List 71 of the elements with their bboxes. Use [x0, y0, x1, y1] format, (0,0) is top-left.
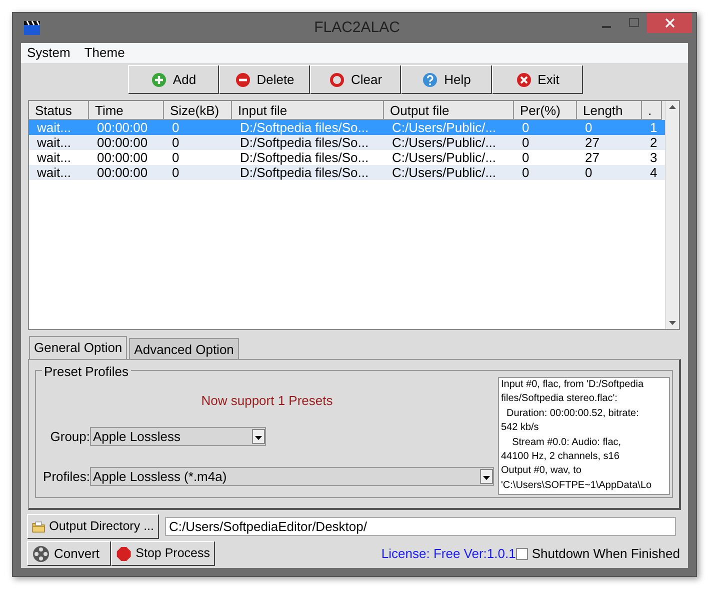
menu-item[interactable]: Theme — [84, 43, 125, 63]
table-cell-text: 0 — [171, 150, 180, 165]
table-cell-text: 2 — [649, 135, 658, 150]
profiles-label: Profiles: — [42, 468, 90, 486]
table-cell-text: C:/Users/Public/... — [391, 120, 498, 135]
tab[interactable]: General Option — [29, 336, 128, 359]
table-cell-text: 00:00:00 — [96, 165, 149, 180]
table-cell-text: C:/Users/Public/... — [391, 135, 498, 150]
folder-icon — [32, 518, 46, 534]
table-cell-text: 1 — [649, 120, 658, 135]
table-cell-text: 00:00:00 — [96, 120, 149, 135]
table-cell-text: 0 — [521, 165, 530, 180]
table-cell-text: 27 — [584, 150, 600, 165]
scrollbar[interactable] — [665, 101, 679, 329]
table-cell-text: 0 — [521, 150, 530, 165]
table-cell-text: 0 — [171, 135, 180, 150]
table-cell-text: 3 — [649, 150, 658, 165]
close-icon — [664, 18, 674, 28]
stop-process-button[interactable]: Stop Process — [111, 541, 215, 566]
table-row[interactable]: wait... 00:00:00 0 D:/Softpedia files/So... C:/Users/Public/... 0 27 2 — [29, 135, 665, 150]
table-cell-text: 0 — [171, 165, 180, 180]
table-cell-text: 27 — [584, 135, 600, 150]
help-icon — [422, 72, 438, 88]
table-cell-text: 0 — [584, 165, 594, 180]
minimize-icon — [602, 26, 611, 28]
output-directory-button[interactable]: Output Directory ... — [27, 514, 159, 539]
log-text: Input #0, flac, from 'D:/Softpedia files/Softpedia stereo.flac': Duration: 00:00:00.52, bitrate: 542 kb/s Stream #0.0: Audio: flac, 44100 Hz, 2 channels, s16 Output #0, wav, to 'C:\Users\SOFTPE~1\AppData\Lo — [498, 377, 670, 495]
license-text: License: Free Ver:1.0.1 — [381, 544, 516, 563]
toolbar-button[interactable]: Add — [128, 65, 219, 94]
group-label: Group: — [49, 428, 90, 446]
table-cell-text: D:/Softpedia files/So... — [239, 135, 370, 150]
table-cell-text: 00:00:00 — [96, 135, 149, 150]
table-cell-text: 4 — [649, 165, 658, 180]
table-cell-text: D:/Softpedia files/So... — [239, 150, 370, 165]
stop-icon — [116, 544, 132, 562]
presets-notice: Now support 1 Presets — [200, 392, 334, 410]
toolbar-button[interactable]: Help — [401, 65, 492, 94]
toolbar-button[interactable]: Exit — [492, 65, 583, 94]
window-title: FLAC2ALAC — [313, 18, 401, 38]
table-cell-text: wait... — [36, 150, 72, 165]
table-cell-text: wait... — [36, 120, 72, 135]
table-cell-text: 0 — [521, 135, 530, 150]
close-button[interactable] — [647, 13, 692, 33]
convert-button[interactable]: Convert — [27, 541, 111, 566]
tab[interactable]: Advanced Option — [129, 338, 239, 359]
table-cell-text: D:/Softpedia files/So... — [239, 120, 370, 135]
table-row[interactable]: wait... 00:00:00 0 D:/Softpedia files/So... C:/Users/Public/... 0 27 3 — [29, 150, 665, 165]
output-directory-field[interactable]: C:/Users/SoftpediaEditor/Desktop/ — [165, 517, 676, 536]
table-cell-text: C:/Users/Public/... — [391, 150, 498, 165]
profiles-dropdown[interactable]: Apple Lossless (*.m4a) — [90, 467, 494, 486]
toolbar-button[interactable]: Delete — [219, 65, 310, 94]
app-icon — [23, 20, 41, 36]
table-cell-text: 0 — [171, 120, 180, 135]
table-cell-text: wait... — [36, 165, 72, 180]
table-cell-text: 00:00:00 — [96, 150, 149, 165]
group-dropdown[interactable]: Apple Lossless — [90, 426, 266, 446]
film-reel-icon — [32, 544, 50, 562]
table-cell-text: C:/Users/Public/... — [391, 165, 498, 180]
table-cell-text: D:/Softpedia files/So... — [239, 165, 370, 180]
shutdown-checkbox[interactable]: Shutdown When Finished — [516, 544, 680, 564]
minus-icon — [234, 72, 251, 88]
table-row[interactable]: wait... 00:00:00 0 D:/Softpedia files/So... C:/Users/Public/... 0 0 4 — [29, 165, 665, 180]
menu-item[interactable]: System — [27, 43, 70, 63]
close-icon — [516, 72, 532, 88]
table-cell-text: 0 — [584, 120, 594, 135]
table-cell-text: 0 — [521, 120, 530, 135]
plus-icon — [150, 72, 167, 88]
toolbar-button[interactable]: Clear — [310, 65, 401, 94]
ring-icon — [328, 72, 345, 88]
table-cell-text: wait... — [36, 135, 72, 150]
maximize-icon — [628, 18, 638, 28]
